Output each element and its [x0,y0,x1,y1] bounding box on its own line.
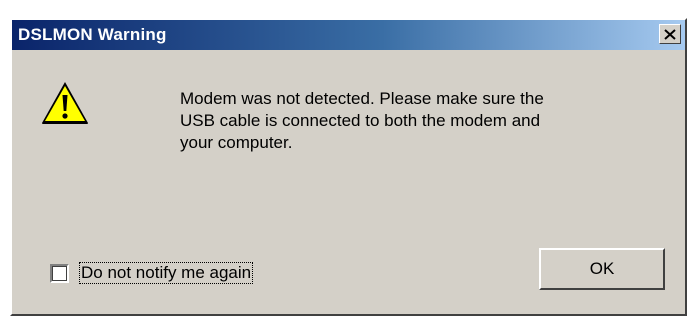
ok-button[interactable]: OK [539,248,665,290]
do-not-notify-label[interactable]: Do not notify me again [79,262,254,284]
title-bar[interactable]: DSLMON Warning [12,20,685,50]
close-icon [664,28,676,40]
window-title: DSLMON Warning [18,25,167,44]
dialog-window: DSLMON Warning Modem was not detected. P… [10,18,687,316]
do-not-notify-checkbox[interactable] [50,263,69,283]
warning-message: Modem was not detected. Please make sure… [180,89,544,152]
close-button[interactable] [659,24,681,44]
do-not-notify-option[interactable]: Do not notify me again [50,262,254,284]
warning-icon [42,82,88,124]
